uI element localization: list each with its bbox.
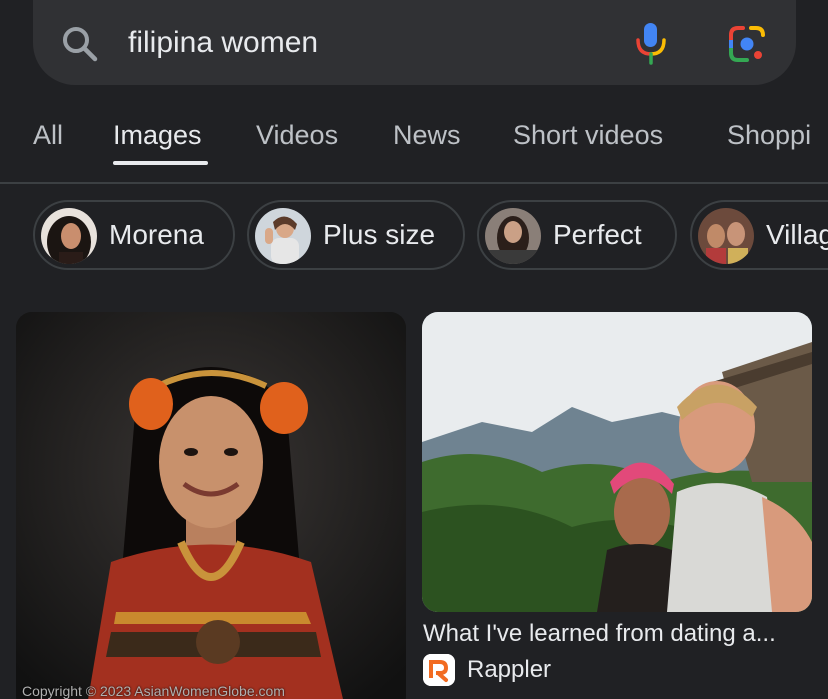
- refinement-chips: Morena Plus size Perfect Villag: [0, 200, 828, 272]
- search-input[interactable]: [128, 20, 598, 66]
- tab-videos[interactable]: Videos: [256, 120, 338, 151]
- search-tabs: All Images Videos News Short videos Shop…: [0, 100, 828, 182]
- tabs-divider: [0, 182, 828, 184]
- chip-perfect[interactable]: Perfect: [477, 200, 677, 270]
- tab-images[interactable]: Images: [113, 120, 202, 151]
- source-name: Rappler: [467, 656, 552, 683]
- chip-avatar-perfect: [485, 208, 541, 264]
- chip-label: Perfect: [553, 219, 642, 250]
- tab-news[interactable]: News: [393, 120, 461, 151]
- chip-label: Plus size: [323, 219, 436, 250]
- search-icon[interactable]: [60, 24, 100, 64]
- tab-short-videos[interactable]: Short videos: [513, 120, 663, 151]
- chip-avatar-morena: [41, 208, 97, 264]
- image-watermark: Copyright © 2023 AsianWomenGlobe.com: [22, 683, 285, 699]
- rappler-logo-icon: [423, 654, 455, 686]
- tab-shopping[interactable]: Shoppi: [727, 120, 811, 151]
- tab-all[interactable]: All: [33, 120, 63, 151]
- mic-icon[interactable]: [633, 20, 669, 66]
- result-title[interactable]: What I've learned from dating a...: [423, 620, 823, 648]
- chip-avatar-plus-size: [255, 208, 311, 264]
- chip-morena[interactable]: Morena: [33, 200, 235, 270]
- chip-village[interactable]: Villag: [690, 200, 828, 270]
- search-bar[interactable]: [33, 0, 796, 85]
- google-images-screen: All Images Videos News Short videos Shop…: [0, 0, 828, 699]
- portrait-image: [16, 312, 406, 699]
- active-tab-indicator: [113, 161, 208, 165]
- chip-plus-size[interactable]: Plus size: [247, 200, 465, 270]
- chip-avatar-village: [698, 208, 754, 264]
- couple-image: [422, 312, 812, 612]
- lens-icon[interactable]: [727, 24, 767, 64]
- chip-label: Morena: [109, 219, 204, 250]
- chip-label: Villag: [766, 219, 828, 250]
- result-image-right[interactable]: [422, 312, 812, 612]
- result-image-left[interactable]: [16, 312, 406, 699]
